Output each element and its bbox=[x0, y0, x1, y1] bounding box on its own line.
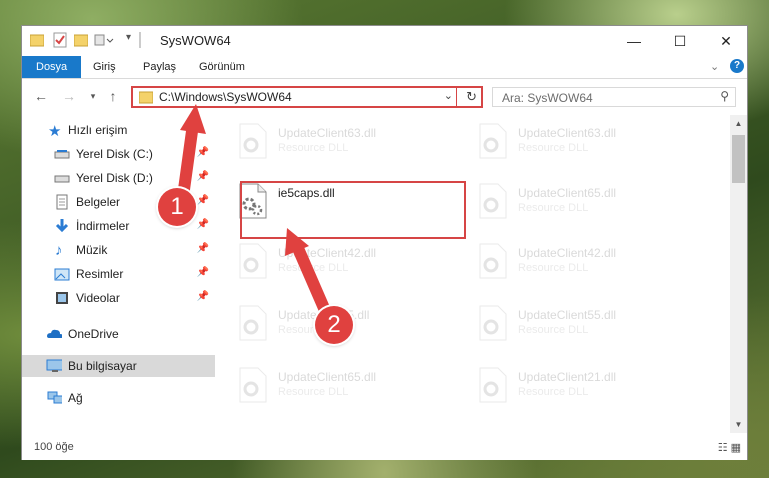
annotation-arrows bbox=[176, 104, 336, 328]
step-2-badge: 2 bbox=[315, 306, 353, 344]
step-1-badge: 1 bbox=[158, 188, 196, 226]
